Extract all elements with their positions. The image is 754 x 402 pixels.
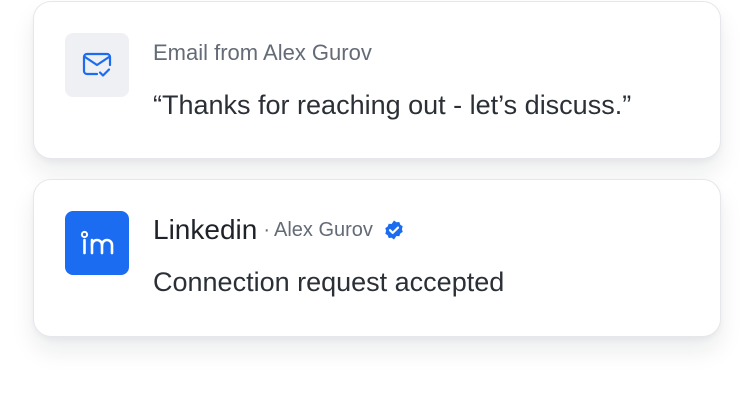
verified-check-icon bbox=[383, 219, 405, 241]
linkedin-title: Linkedin bbox=[153, 214, 258, 245]
mail-check-icon bbox=[65, 33, 129, 97]
linkedin-header: Linkedin · Alex Gurov bbox=[153, 214, 405, 246]
email-sender-label: Email from Alex Gurov bbox=[153, 40, 372, 65]
email-preview-text: “Thanks for reaching out - let’s discuss… bbox=[153, 90, 632, 120]
linkedin-icon bbox=[65, 211, 129, 275]
separator-dot: · bbox=[263, 218, 270, 241]
email-notification-card[interactable]: Email from Alex Gurov “Thanks for reachi… bbox=[33, 1, 721, 159]
linkedin-message: Connection request accepted bbox=[153, 267, 505, 297]
notification-stack: Email from Alex Gurov “Thanks for reachi… bbox=[0, 0, 754, 402]
linkedin-contact-name: Alex Gurov bbox=[273, 218, 373, 241]
linkedin-notification-card[interactable]: Linkedin · Alex Gurov Connection request… bbox=[33, 179, 721, 337]
